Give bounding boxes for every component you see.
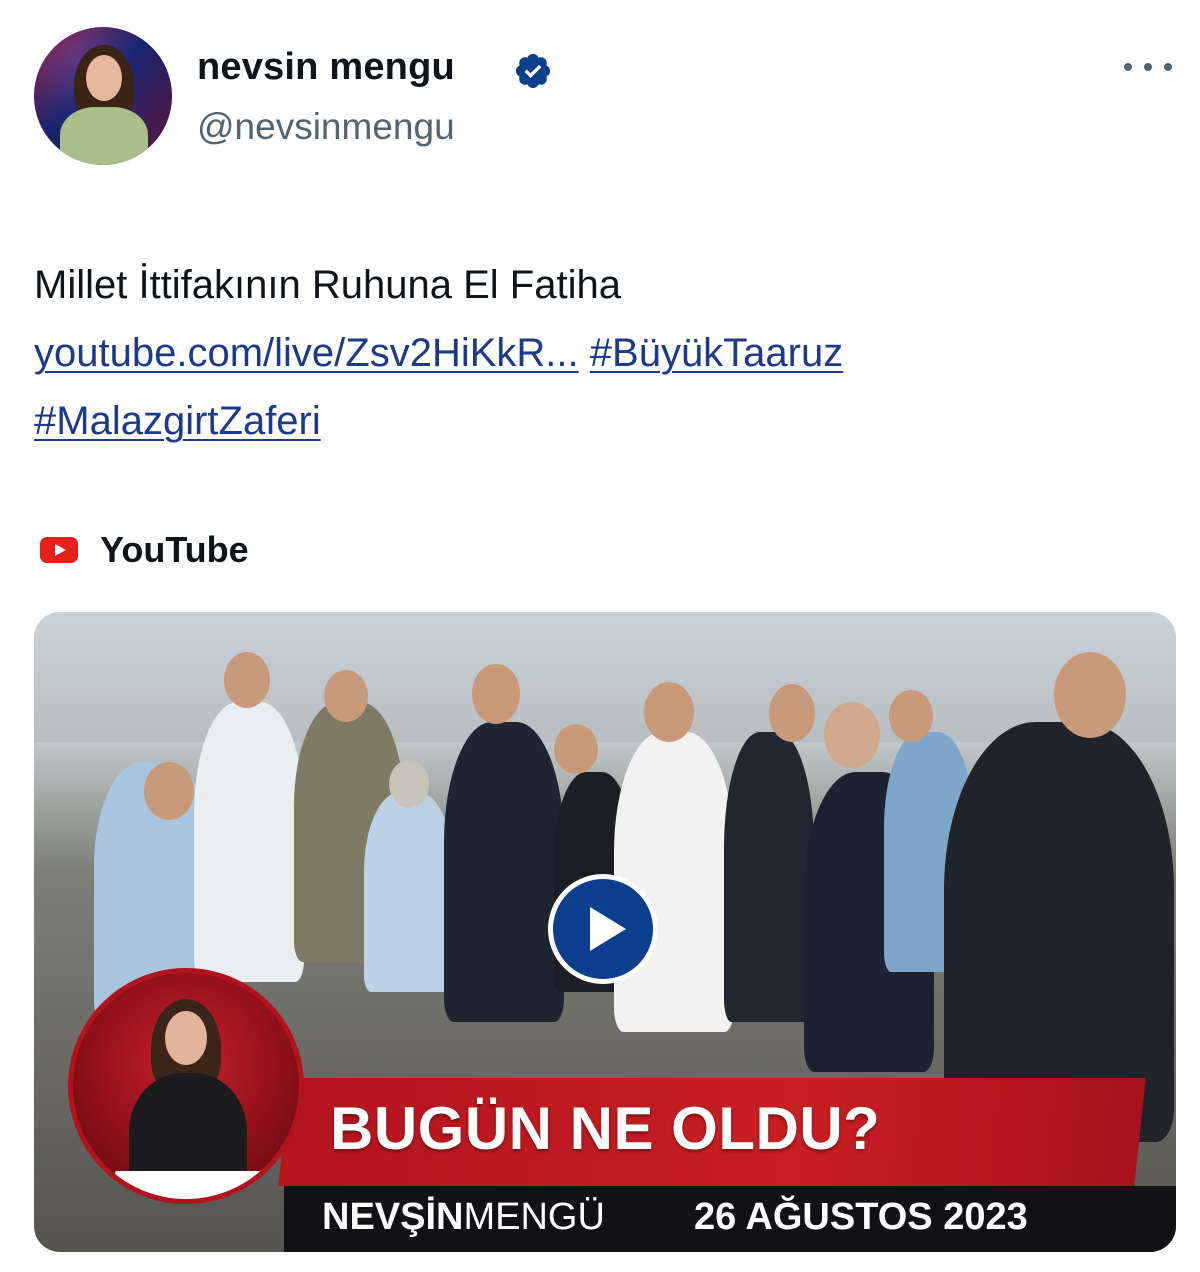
author-display-name[interactable]: nevsin mengu xyxy=(197,46,455,89)
more-options-icon[interactable] xyxy=(1124,52,1172,82)
tweet-link[interactable]: youtube.com/live/Zsv2HiKkR... xyxy=(34,331,579,375)
link-card-source-label: YouTube xyxy=(100,529,249,570)
presenter-face xyxy=(165,1011,207,1065)
tweet-body: Millet İttifakının Ruhuna El Fatiha xyxy=(34,263,621,307)
verified-badge-icon xyxy=(515,53,551,89)
tweet-text: Millet İttifakının Ruhuna El Fatiha yout… xyxy=(34,251,1174,455)
link-card-thumbnail[interactable]: BUGÜN NE OLDU? NEVŞİNMENGÜ 26 AĞUSTOS 20… xyxy=(34,612,1176,1252)
play-icon xyxy=(590,907,626,951)
presenter-desk xyxy=(110,1171,266,1199)
thumbnail-brand-light: MENGÜ xyxy=(463,1196,605,1238)
play-button[interactable] xyxy=(548,874,658,984)
thumbnail-presenter-photo xyxy=(68,968,304,1204)
youtube-logo-icon xyxy=(40,537,78,563)
more-dot xyxy=(1124,63,1132,71)
hashtag-link[interactable]: #BüyükTaaruz xyxy=(590,331,843,375)
thumbnail-brand: NEVŞİNMENGÜ xyxy=(322,1196,605,1239)
avatar-body xyxy=(60,107,148,165)
avatar-face xyxy=(86,55,122,101)
thumbnail-date: 26 AĞUSTOS 2023 xyxy=(694,1196,1028,1238)
thumbnail-title: BUGÜN NE OLDU? xyxy=(330,1095,881,1162)
more-dot xyxy=(1144,63,1152,71)
avatar[interactable] xyxy=(34,27,172,165)
hashtag-link[interactable]: #MalazgirtZaferi xyxy=(34,399,321,443)
more-dot xyxy=(1164,63,1172,71)
link-card-source[interactable]: YouTube xyxy=(40,528,249,572)
author-handle[interactable]: @nevsinmengu xyxy=(197,106,455,148)
thumbnail-brand-bold: NEVŞİN xyxy=(322,1196,464,1238)
